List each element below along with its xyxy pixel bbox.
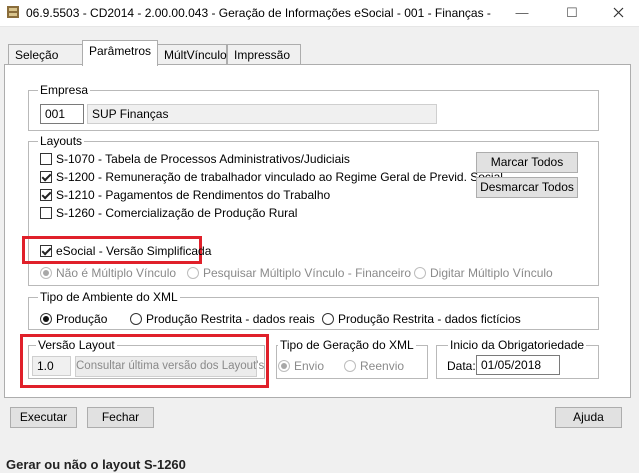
versao-group-label: Versão Layout: [36, 338, 117, 352]
executar-button[interactable]: Executar: [10, 407, 77, 428]
radio-button[interactable]: [130, 313, 142, 325]
radio-button[interactable]: [187, 267, 199, 279]
checkbox-box[interactable]: [40, 153, 52, 165]
data-label: Data:: [447, 359, 476, 373]
radio-nao-multiplo-vinculo[interactable]: Não é Múltiplo Vínculo: [40, 265, 176, 281]
checkbox-box[interactable]: [40, 207, 52, 219]
radio-button[interactable]: [40, 313, 52, 325]
radio-label: Produção Restrita - dados reais: [146, 312, 315, 326]
versao-field: 1.0: [32, 356, 71, 376]
empresa-name-field: SUP Finanças: [87, 104, 437, 124]
radio-button[interactable]: [344, 360, 356, 372]
empresa-code-field[interactable]: 001: [40, 104, 84, 124]
radio-label: Digitar Múltiplo Vínculo: [430, 266, 553, 280]
title-bar: 06.9.5503 - CD2014 - 2.00.00.043 - Geraç…: [0, 0, 639, 27]
radio-pesquisar-multiplo-vinculo[interactable]: Pesquisar Múltiplo Vínculo - Financeiro: [187, 265, 411, 281]
radio-producao[interactable]: Produção: [40, 311, 107, 327]
checkbox-label: eSocial - Versão Simplificada: [56, 244, 212, 258]
checkbox-label: S-1260 - Comercialização de Produção Rur…: [56, 206, 298, 220]
radio-digitar-multiplo-vinculo[interactable]: Digitar Múltiplo Vínculo: [414, 265, 553, 281]
ambiente-group-label: Tipo de Ambiente do XML: [38, 290, 180, 304]
checkbox-label: S-1070 - Tabela de Processos Administrat…: [56, 152, 350, 166]
checkbox-s1070[interactable]: S-1070 - Tabela de Processos Administrat…: [40, 151, 350, 167]
fechar-button[interactable]: Fechar: [87, 407, 154, 428]
radio-label: Pesquisar Múltiplo Vínculo - Financeiro: [203, 266, 412, 280]
checkbox-box[interactable]: [40, 171, 52, 183]
radio-reenvio[interactable]: Reenvio: [344, 358, 404, 374]
tab-parametros[interactable]: Parâmetros: [82, 40, 158, 66]
radio-label: Não é Múltiplo Vínculo: [56, 266, 177, 280]
radio-button[interactable]: [40, 267, 52, 279]
geracao-group-label: Tipo de Geração do XML: [278, 338, 416, 352]
window-title: 06.9.5503 - CD2014 - 2.00.00.043 - Geraç…: [26, 6, 491, 20]
radio-producao-restrita-ficticios[interactable]: Produção Restrita - dados fictícios: [322, 311, 521, 327]
radio-button[interactable]: [278, 360, 290, 372]
desmarcar-todos-button[interactable]: Desmarcar Todos: [476, 177, 578, 198]
tab-impressao[interactable]: Impressão: [227, 44, 301, 65]
checkbox-label: S-1200 - Remuneração de trabalhador vinc…: [56, 170, 503, 184]
checkbox-box[interactable]: [40, 245, 52, 257]
checkbox-s1210[interactable]: S-1210 - Pagamentos de Rendimentos do Tr…: [40, 187, 330, 203]
radio-envio[interactable]: Envio: [278, 358, 324, 374]
marcar-todos-button[interactable]: Marcar Todos: [476, 152, 578, 173]
ajuda-button[interactable]: Ajuda: [555, 407, 622, 428]
radio-label: Produção: [56, 312, 108, 326]
checkbox-box[interactable]: [40, 189, 52, 201]
obrigatoriedade-group-label: Inicio da Obrigatoriedade: [448, 338, 587, 352]
checkbox-versao-simplificada[interactable]: eSocial - Versão Simplificada: [40, 243, 211, 259]
tab-multvinculos[interactable]: MúltVínculos: [157, 44, 233, 65]
app-icon: [7, 6, 19, 18]
radio-label: Envio: [294, 359, 325, 373]
data-field[interactable]: 01/05/2018: [476, 355, 560, 375]
checkbox-s1260[interactable]: S-1260 - Comercialização de Produção Rur…: [40, 205, 297, 221]
checkbox-s1200[interactable]: S-1200 - Remuneração de trabalhador vinc…: [40, 169, 503, 185]
radio-button[interactable]: [322, 313, 334, 325]
close-icon: [613, 7, 623, 18]
consultar-versao-button[interactable]: Consultar última versão dos Layout's: [75, 356, 264, 377]
minimize-button[interactable]: —: [499, 0, 545, 26]
tab-strip: Seleção Parâmetros MúltVínculos Impressã…: [0, 38, 639, 66]
status-bar: Gerar ou não o layout S-1260: [6, 457, 186, 472]
radio-label: Reenvio: [360, 359, 405, 373]
radio-label: Produção Restrita - dados fictícios: [338, 312, 521, 326]
radio-button[interactable]: [414, 267, 426, 279]
empresa-group-label: Empresa: [38, 83, 91, 97]
close-button[interactable]: [597, 0, 639, 26]
maximize-button[interactable]: ☐: [549, 0, 595, 26]
radio-producao-restrita-reais[interactable]: Produção Restrita - dados reais: [130, 311, 315, 327]
checkbox-label: S-1210 - Pagamentos de Rendimentos do Tr…: [56, 188, 331, 202]
layouts-group-label: Layouts: [38, 134, 85, 148]
tab-selecao[interactable]: Seleção: [8, 44, 83, 65]
